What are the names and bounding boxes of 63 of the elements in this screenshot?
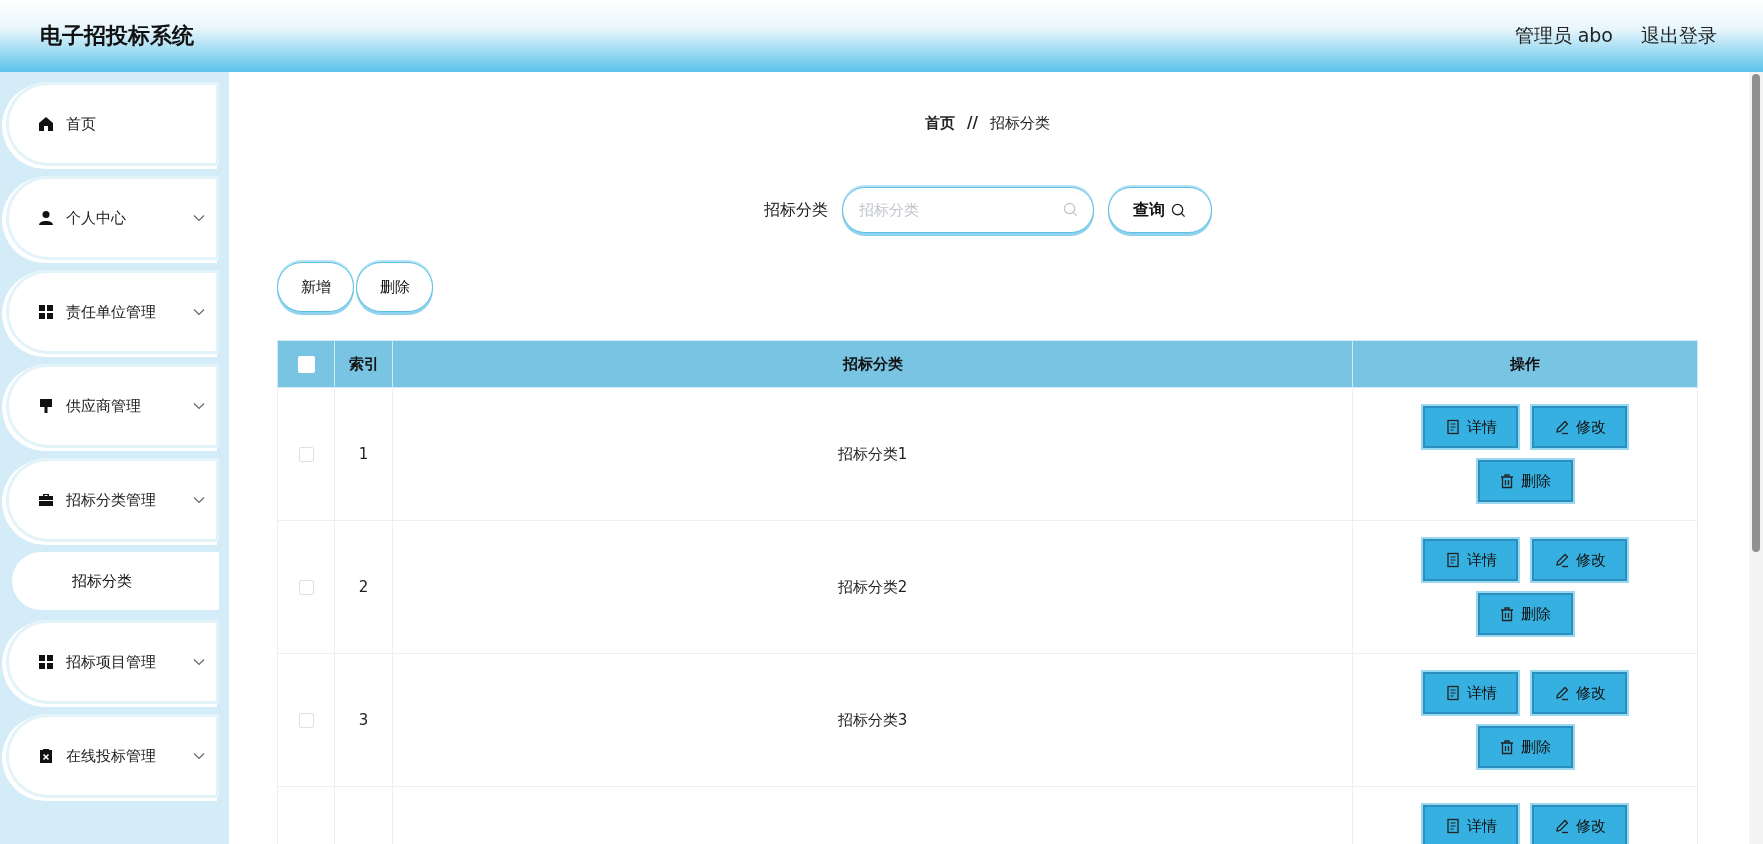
add-button[interactable]: 新增 [277,262,354,312]
edit-button[interactable]: 修改 [1532,406,1627,448]
briefcase-icon [38,492,54,508]
edit-button[interactable]: 修改 [1532,805,1627,844]
index-cell: 1 [358,445,369,463]
document-icon [1444,818,1461,834]
app-title: 电子招投标系统 [40,22,195,50]
pencil-icon [1553,685,1570,701]
grid-icon [38,654,54,670]
index-cell: 3 [358,711,369,729]
pencil-icon [1553,818,1570,834]
pencil-icon [1553,419,1570,435]
column-header: 操作 [1352,340,1698,388]
user-icon [38,210,54,226]
edit-button[interactable]: 修改 [1532,539,1627,581]
sidebar-item[interactable]: 个人中心 [6,176,219,260]
detail-button[interactable]: 详情 [1423,805,1518,844]
breadcrumb-item[interactable]: 首页 [925,114,955,133]
submenu-item[interactable]: 招标分类 [12,552,219,610]
index-cell: 2 [358,578,369,596]
sidebar-item[interactable]: 招标项目管理 [6,620,219,704]
brush-icon [38,398,54,414]
delete-button[interactable]: 删除 [356,262,433,312]
home-icon [38,116,54,132]
sidebar-item[interactable]: 首页 [6,82,219,166]
scrollbar[interactable] [1749,72,1763,844]
search-label: 招标分类 [763,199,828,221]
document-icon [1444,685,1461,701]
column-header: 招标分类 [392,340,1353,388]
search-icon [1171,202,1186,218]
logout-link[interactable]: 退出登录 [1641,23,1717,49]
trash-icon [1499,739,1515,755]
pencil-icon [1553,552,1570,568]
search-icon [1062,202,1078,217]
breadcrumb-item: 招标分类 [990,114,1050,133]
select-all-checkbox[interactable] [297,356,315,373]
category-cell: 招标分类2 [837,577,908,596]
trash-icon [1499,473,1515,489]
detail-button[interactable]: 详情 [1423,406,1518,448]
row-checkbox[interactable] [298,447,314,462]
delete-button[interactable]: 删除 [1477,726,1573,768]
clipboard-icon [38,748,54,764]
delete-button[interactable]: 删除 [1477,460,1573,502]
detail-button[interactable]: 详情 [1423,539,1518,581]
sidebar-item[interactable]: 招标分类管理 [6,458,219,542]
detail-button[interactable]: 详情 [1423,672,1518,714]
category-cell: 招标分类1 [837,444,908,463]
document-icon [1444,552,1461,568]
breadcrumb-separator: // [967,114,978,133]
row-checkbox[interactable] [298,713,314,728]
delete-button[interactable]: 删除 [1477,593,1573,635]
category-cell: 招标分类3 [837,710,908,729]
grid-icon [38,304,54,320]
sidebar-item[interactable]: 供应商管理 [6,364,219,448]
row-checkbox[interactable] [298,580,314,595]
sidebar-item[interactable]: 责任单位管理 [6,270,219,354]
document-icon [1444,419,1461,435]
user-name: 管理员 abo [1514,23,1613,48]
trash-icon [1499,606,1515,622]
search-field[interactable]: 招标分类 [841,187,1094,233]
edit-button[interactable]: 修改 [1532,672,1627,714]
column-header: 索引 [334,340,393,388]
query-button[interactable]: 查询 [1107,187,1212,233]
